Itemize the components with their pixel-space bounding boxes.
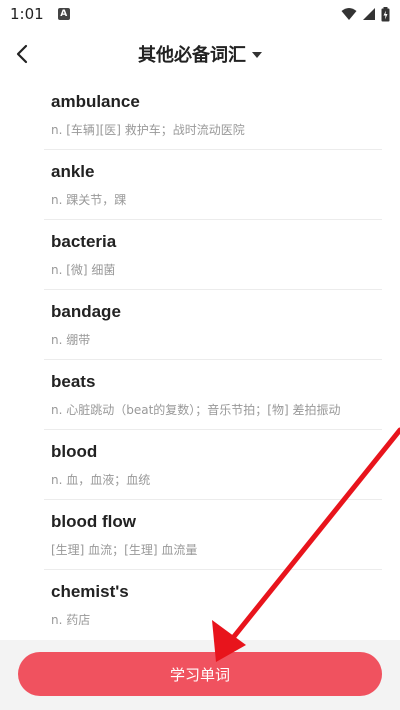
word-meaning: n. 心脏跳动（beat的复数）；音乐节拍；[物] 差拍振动 bbox=[51, 403, 341, 417]
word-item[interactable]: bandage n. 绷带 bbox=[44, 290, 382, 360]
word-meaning: n. [微] 细菌 bbox=[51, 263, 116, 277]
word-text: blood flow bbox=[51, 512, 136, 531]
word-item[interactable]: ambulance n. [车辆][医] 救护车；战时流动医院 bbox=[44, 80, 382, 150]
word-item[interactable]: bacteria n. [微] 细菌 bbox=[44, 220, 382, 290]
chevron-left-icon bbox=[16, 44, 28, 64]
signal-icon bbox=[363, 8, 375, 20]
bottom-bar: 学习单词 bbox=[0, 640, 400, 710]
word-item[interactable]: beats n. 心脏跳动（beat的复数）；音乐节拍；[物] 差拍振动 bbox=[44, 360, 382, 430]
status-bar: 1:01 A bbox=[0, 0, 400, 28]
word-meaning: n. 血，血液；血统 bbox=[51, 473, 151, 487]
word-item[interactable]: chemist's n. 药店 bbox=[44, 570, 382, 640]
word-meaning: n. 绷带 bbox=[51, 333, 91, 347]
word-item[interactable]: ankle n. 踝关节，踝 bbox=[44, 150, 382, 220]
word-item[interactable]: blood flow [生理] 血流；[生理] 血流量 bbox=[44, 500, 382, 570]
word-text: chemist's bbox=[51, 582, 129, 601]
word-meaning: n. 踝关节，踝 bbox=[51, 193, 127, 207]
word-item[interactable]: blood n. 血，血液；血统 bbox=[44, 430, 382, 500]
battery-charging-icon bbox=[381, 6, 390, 21]
header: 其他必备词汇 bbox=[0, 28, 400, 80]
word-text: ambulance bbox=[51, 92, 140, 111]
word-meaning: n. [车辆][医] 救护车；战时流动医院 bbox=[51, 123, 245, 137]
status-time: 1:01 bbox=[10, 5, 44, 23]
word-list: ambulance n. [车辆][医] 救护车；战时流动医院 ankle n.… bbox=[0, 80, 400, 640]
status-indicators bbox=[341, 6, 390, 22]
word-meaning: n. 药店 bbox=[51, 613, 91, 627]
study-words-button[interactable]: 学习单词 bbox=[18, 652, 382, 696]
word-text: beats bbox=[51, 372, 96, 391]
back-button[interactable] bbox=[6, 38, 38, 70]
word-text: bandage bbox=[51, 302, 121, 321]
wifi-icon bbox=[341, 8, 357, 20]
word-meaning: [生理] 血流；[生理] 血流量 bbox=[51, 543, 198, 557]
caret-down-icon bbox=[252, 52, 262, 58]
app-notification-icon: A bbox=[57, 8, 70, 20]
word-text: bacteria bbox=[51, 232, 117, 251]
word-text: ankle bbox=[51, 162, 95, 181]
word-text: blood bbox=[51, 442, 98, 461]
category-selector[interactable]: 其他必备词汇 bbox=[138, 41, 262, 67]
page-title: 其他必备词汇 bbox=[138, 45, 246, 66]
